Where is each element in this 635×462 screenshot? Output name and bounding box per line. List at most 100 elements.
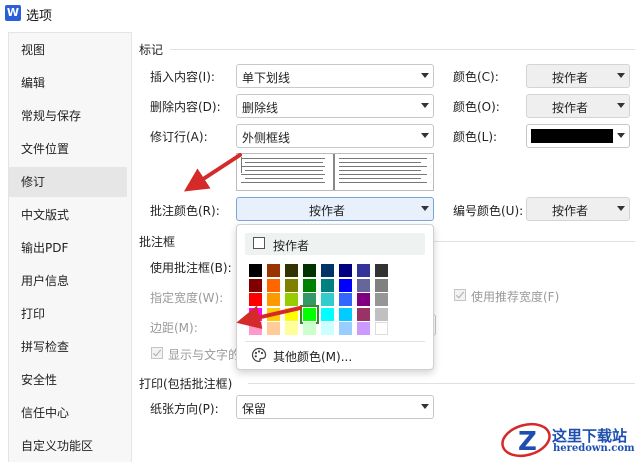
delete-label: 删除内容(D): (150, 100, 221, 114)
preview-line (339, 174, 427, 175)
use-balloons-label: 使用批注框(B): (150, 261, 232, 275)
color-swatch[interactable] (321, 264, 334, 277)
color-swatch[interactable] (357, 322, 370, 335)
number-color-value: 按作者 (551, 204, 588, 218)
sidebar-item[interactable]: 修订 (9, 167, 127, 197)
color-swatch[interactable] (267, 293, 280, 306)
color-swatch[interactable] (321, 293, 334, 306)
color-swatch[interactable] (375, 307, 388, 321)
recommended-width-checkbox[interactable] (454, 289, 466, 301)
color-swatch[interactable] (300, 304, 319, 324)
color-picker-popup: 按作者 其他颜色(M)... (236, 224, 434, 370)
chevron-down-icon (617, 73, 625, 78)
sidebar-item[interactable]: 常规与保存 (9, 101, 127, 131)
chevron-down-icon (617, 103, 625, 108)
color-swatch[interactable] (339, 307, 352, 321)
markup-preview (236, 153, 434, 191)
sidebar-item[interactable]: 中文版式 (9, 200, 127, 230)
sidebar-item[interactable]: 打印 (9, 299, 127, 329)
color-swatch[interactable] (357, 293, 370, 306)
color-swatch[interactable] (375, 264, 388, 277)
changed-line-select[interactable]: 外侧框线 (236, 124, 434, 148)
color-swatch[interactable] (303, 278, 316, 292)
delete-color-select[interactable]: 按作者 (526, 94, 630, 118)
sidebar-item[interactable]: 安全性 (9, 365, 127, 395)
preview-line (339, 158, 427, 159)
color-swatch[interactable] (249, 264, 262, 277)
preview-divider (333, 154, 335, 190)
show-lines-checkbox[interactable] (151, 347, 163, 359)
number-color-label: 编号颜色(U): (453, 204, 524, 218)
color-swatch[interactable] (267, 322, 280, 335)
window-title: 选项 (26, 9, 53, 24)
color-swatch[interactable] (321, 322, 334, 335)
color-swatch[interactable] (303, 293, 316, 306)
color-swatch[interactable] (375, 278, 388, 292)
sidebar-item[interactable]: 视图 (9, 35, 127, 65)
changed-line-color-select[interactable] (526, 124, 630, 148)
color-swatch[interactable] (285, 293, 298, 306)
color-swatch[interactable] (267, 278, 280, 292)
preview-line (339, 162, 421, 163)
sidebar-item[interactable]: 信任中心 (9, 398, 127, 428)
color-swatch[interactable] (339, 264, 352, 277)
color-swatch[interactable] (285, 264, 298, 277)
checkbox-icon (253, 237, 265, 249)
sidebar-item[interactable]: 文件位置 (9, 134, 127, 164)
delete-select[interactable]: 删除线 (236, 94, 434, 118)
color-swatch[interactable] (339, 278, 352, 292)
preview-line (339, 170, 421, 171)
color-swatch[interactable] (339, 322, 352, 335)
color-swatch[interactable] (321, 307, 334, 321)
color-swatch[interactable] (267, 264, 280, 277)
sidebar-item[interactable]: 用户信息 (9, 266, 127, 296)
preview-line (245, 170, 323, 171)
color-swatch[interactable] (249, 322, 262, 335)
color-swatch[interactable] (303, 264, 316, 277)
sidebar-item[interactable]: 拼写检查 (9, 332, 127, 362)
sidebar-item[interactable]: 编辑 (9, 68, 127, 98)
color-swatch[interactable] (321, 278, 334, 292)
more-colors-button[interactable]: 其他颜色(M)... (273, 348, 352, 365)
recommended-width-label: 使用推荐宽度(F) (471, 290, 560, 304)
color-swatch[interactable] (285, 307, 298, 321)
insert-select[interactable]: 单下划线 (236, 64, 434, 88)
sidebar-item[interactable]: 自定义功能区 (9, 431, 127, 461)
width-label: 指定宽度(W): (150, 291, 224, 305)
preview-line (339, 182, 427, 183)
color-swatch[interactable] (285, 278, 298, 292)
color-swatch[interactable] (267, 307, 280, 321)
color-swatch[interactable] (357, 307, 370, 321)
insert-value: 单下划线 (242, 71, 291, 85)
color-swatch[interactable] (303, 322, 316, 335)
color-swatch[interactable] (285, 322, 298, 335)
insert-color-label: 颜色(C): (453, 70, 499, 84)
orientation-value: 保留 (242, 402, 267, 416)
auto-color-option[interactable]: 按作者 (245, 233, 425, 255)
orientation-select[interactable]: 保留 (236, 395, 434, 419)
color-swatch[interactable] (375, 322, 388, 335)
color-swatch[interactable] (249, 293, 262, 306)
color-swatch (531, 129, 613, 143)
preview-line (245, 178, 323, 179)
changed-line-label: 修订行(A): (150, 130, 208, 144)
sidebar-item[interactable]: 输出PDF (9, 233, 127, 263)
section-divider (170, 49, 635, 50)
comment-color-label: 批注颜色(R): (150, 204, 220, 218)
insert-color-value: 按作者 (551, 71, 588, 85)
preview-change-bar (241, 157, 242, 173)
color-swatch[interactable] (249, 278, 262, 292)
section-title-markup: 标记 (139, 43, 164, 57)
color-swatch[interactable] (249, 307, 262, 321)
color-swatch[interactable] (375, 293, 388, 306)
color-swatch[interactable] (357, 278, 370, 292)
color-swatch[interactable] (339, 293, 352, 306)
color-swatch[interactable] (357, 264, 370, 277)
check-icon (455, 289, 465, 299)
number-color-select[interactable]: 按作者 (526, 197, 630, 221)
watermark-url: heredown.com (553, 443, 635, 454)
comment-color-select[interactable]: 按作者 (236, 197, 434, 221)
insert-color-select[interactable]: 按作者 (526, 64, 630, 88)
section-divider (434, 241, 635, 242)
popup-divider (245, 341, 425, 342)
